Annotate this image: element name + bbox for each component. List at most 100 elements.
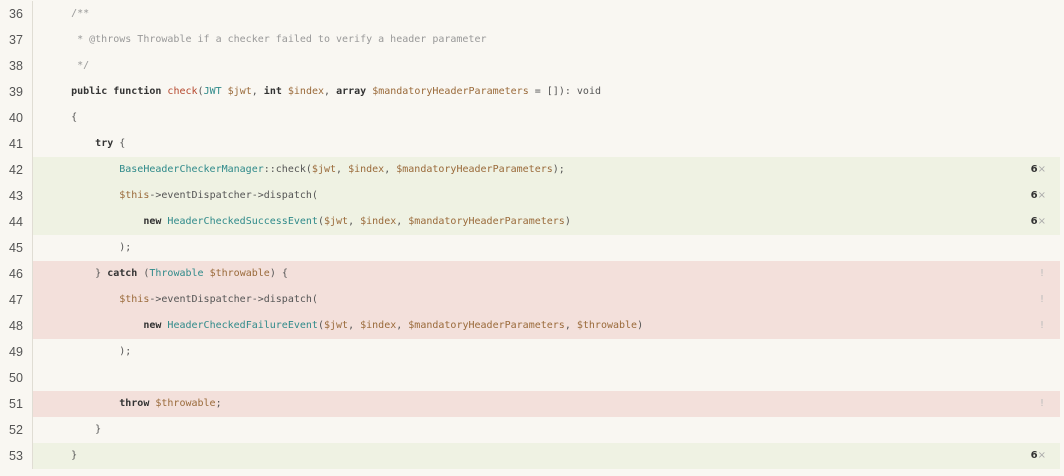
code-token: Throwable [149,268,210,279]
code-token: $jwt [323,320,349,331]
code-token: int [263,86,288,97]
code-token: ::check( [263,164,312,175]
line-number[interactable]: 42 [0,157,33,183]
code-token: check [167,86,198,97]
code-token: ); [552,164,565,175]
uncovered-warning-icon[interactable]: ! [1040,313,1044,339]
source-code: * @throws Throwable if a checker failed … [47,27,487,53]
code-token: ( [137,268,150,279]
code-token: } [47,268,108,279]
code-line: 39 public function check(JWT $jwt, int $… [0,79,1060,105]
code-line: 48 new HeaderCheckedFailureEvent($jwt, $… [0,313,1060,339]
code-token: $mandatoryHeaderParameters [396,164,553,175]
line-number[interactable]: 47 [0,287,33,313]
line-number[interactable]: 41 [0,131,33,157]
code-token: BaseHeaderCheckerManager [119,164,264,175]
line-number[interactable]: 45 [0,235,33,261]
source-code: BaseHeaderCheckerManager::check($jwt, $i… [47,157,565,183]
source-code: ); [47,235,131,261]
code-token: } [47,450,78,461]
code-token: $throwable [155,398,216,409]
code-token: public function [71,86,168,97]
line-number[interactable]: 48 [0,313,33,339]
code-line: 49 ); [0,339,1060,365]
times-icon: × [1037,450,1046,461]
source-code: ); [47,339,131,365]
code-coverage-view: 36 /** 37 * @throws Throwable if a checke… [0,1,1060,469]
code-token: try [95,138,114,149]
code-token: * @throws Throwable if a checker failed … [47,34,487,45]
line-number[interactable]: 53 [0,443,33,469]
code-token: $jwt [323,216,349,227]
source-code: */ [47,53,89,79]
code-token: , [348,216,361,227]
code-token: { [113,138,126,149]
line-number[interactable]: 49 [0,339,33,365]
uncovered-warning-icon[interactable]: ! [1040,287,1044,313]
code-line: 41 try { [0,131,1060,157]
code-token: $index [360,320,397,331]
line-number[interactable]: 43 [0,183,33,209]
code-line: 45 ); [0,235,1060,261]
line-number[interactable]: 37 [0,27,33,53]
times-icon: × [1037,164,1046,175]
hit-count: 6 [1030,450,1038,461]
code-token: ->eventDispatcher->dispatch( [149,294,318,305]
code-token: new [143,320,168,331]
source-code: { [47,105,77,131]
code-token: $throwable [209,268,270,279]
hit-count: 6 [1030,164,1038,175]
code-token: /** [47,8,90,19]
code-token: $throwable [576,320,638,331]
source-code: $this->eventDispatcher->dispatch( [47,183,318,209]
code-token: $mandatoryHeaderParameters [408,216,565,227]
source-code: } [47,417,101,443]
code-token: throw [119,398,156,409]
uncovered-warning-icon[interactable]: ! [1040,261,1044,287]
source-code: /** [47,1,89,27]
code-token: $index [348,164,385,175]
code-line: 37 * @throws Throwable if a checker fail… [0,27,1060,53]
hit-count-badge[interactable]: 6× [1031,443,1046,469]
code-token: , [336,164,349,175]
line-number[interactable]: 36 [0,1,33,27]
times-icon: × [1037,190,1046,201]
hit-count-badge[interactable]: 6× [1031,183,1046,209]
code-token: $jwt [227,86,252,97]
code-line: 51 throw $throwable;! [0,391,1060,417]
code-token: ) { [269,268,288,279]
hit-count-badge[interactable]: 6× [1031,157,1046,183]
code-line: 42 BaseHeaderCheckerManager::check($jwt,… [0,157,1060,183]
code-line: 36 /** [0,1,1060,27]
line-number[interactable]: 46 [0,261,33,287]
code-line: 43 $this->eventDispatcher->dispatch( 6× [0,183,1060,209]
line-number[interactable]: 39 [0,79,33,105]
source-code: } catch (Throwable $throwable) { [47,261,288,287]
hit-count-badge[interactable]: 6× [1031,209,1046,235]
code-line: 53 } 6× [0,443,1060,469]
line-number[interactable]: 38 [0,53,33,79]
source-code: $this->eventDispatcher->dispatch( [47,287,318,313]
code-token: ->eventDispatcher->dispatch( [149,190,318,201]
source-code: new HeaderCheckedSuccessEvent($jwt, $ind… [47,209,571,235]
hit-count: 6 [1030,216,1038,227]
line-number[interactable]: 40 [0,105,33,131]
line-number[interactable]: 44 [0,209,33,235]
code-token: , [396,216,409,227]
uncovered-warning-icon[interactable]: ! [1040,391,1044,417]
code-token: , [396,320,409,331]
code-line: 46 } catch (Throwable $throwable) {! [0,261,1060,287]
code-token: { [47,112,78,123]
line-number[interactable]: 51 [0,391,33,417]
code-token: array [336,86,373,97]
code-token: HeaderCheckedSuccessEvent [167,216,318,227]
line-number[interactable]: 52 [0,417,33,443]
times-icon: × [1037,216,1046,227]
line-number[interactable]: 50 [0,365,33,391]
